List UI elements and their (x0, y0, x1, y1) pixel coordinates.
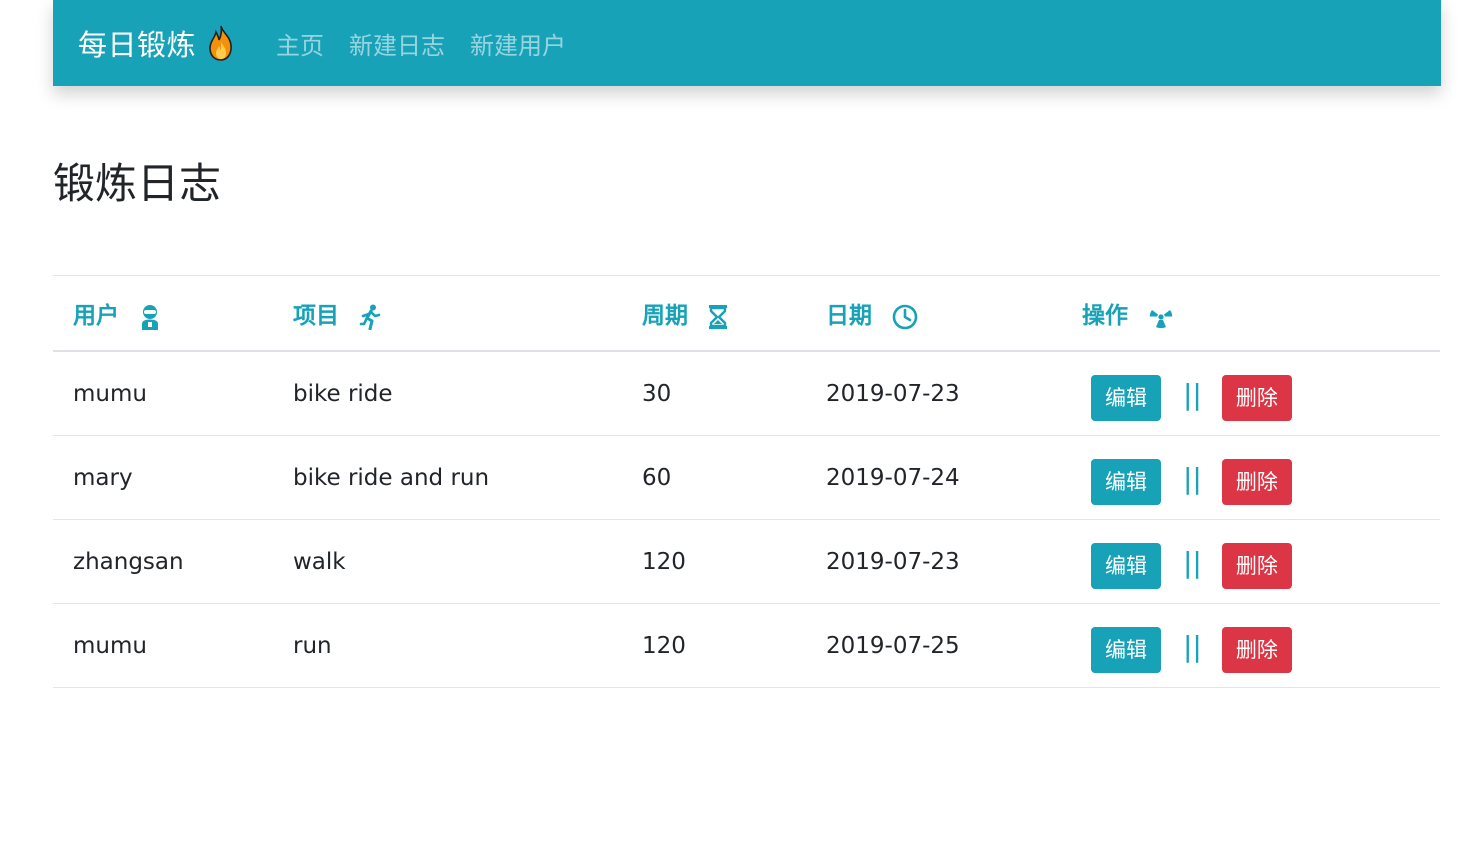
cell-user: zhangsan (53, 519, 273, 604)
navbar: 每日锻炼 主页 新建日志 新建用户 (53, 0, 1441, 86)
fire-icon (209, 25, 232, 61)
cell-actions: 编辑 || 删除 (1062, 519, 1440, 604)
cell-item: run (273, 603, 622, 688)
nav-link-home[interactable]: 主页 (276, 26, 324, 61)
cell-item: walk (273, 519, 622, 604)
cell-duration: 60 (622, 435, 806, 520)
cell-user: mumu (53, 603, 273, 688)
table-row: mumu run 120 2019-07-25 编辑 || 删除 (53, 603, 1440, 688)
table-row: mumu bike ride 30 2019-07-23 编辑 || 删除 (53, 351, 1440, 436)
header-date: 日期 (806, 275, 1062, 352)
cell-date: 2019-07-25 (806, 603, 1062, 688)
nav-link-new-log[interactable]: 新建日志 (349, 26, 445, 61)
header-user: 用户 (53, 275, 273, 352)
delete-button[interactable]: 删除 (1221, 458, 1292, 505)
separator: || (1183, 546, 1202, 579)
nav-link-new-user[interactable]: 新建用户 (470, 26, 566, 61)
cell-user: mumu (53, 351, 273, 436)
delete-button[interactable]: 删除 (1221, 374, 1292, 421)
exercise-log-table: 用户 项目 周期 日期 操作 mumu bike ride 30 2019-07… (53, 275, 1440, 688)
hourglass-icon (708, 304, 728, 330)
clock-icon (892, 304, 918, 330)
cell-date: 2019-07-23 (806, 351, 1062, 436)
separator: || (1183, 462, 1202, 495)
delete-button[interactable]: 删除 (1221, 542, 1292, 589)
cell-date: 2019-07-24 (806, 435, 1062, 520)
header-item: 项目 (273, 275, 622, 352)
header-duration: 周期 (622, 275, 806, 352)
cell-actions: 编辑 || 删除 (1062, 351, 1440, 436)
cell-duration: 30 (622, 351, 806, 436)
edit-button[interactable]: 编辑 (1091, 542, 1161, 589)
separator: || (1183, 630, 1202, 663)
brand-title: 每日锻炼 (78, 28, 197, 62)
cell-actions: 编辑 || 删除 (1062, 435, 1440, 520)
cell-date: 2019-07-23 (806, 519, 1062, 604)
cell-item: bike ride and run (273, 435, 622, 520)
radiation-icon (1148, 305, 1174, 329)
table-row: mary bike ride and run 60 2019-07-24 编辑 |… (53, 435, 1440, 520)
edit-button[interactable]: 编辑 (1091, 458, 1161, 505)
user-icon (139, 304, 161, 330)
edit-button[interactable]: 编辑 (1091, 374, 1161, 421)
cell-user: mary (53, 435, 273, 520)
separator: || (1183, 378, 1202, 411)
delete-button[interactable]: 删除 (1221, 626, 1292, 673)
cell-duration: 120 (622, 603, 806, 688)
cell-actions: 编辑 || 删除 (1062, 603, 1440, 688)
edit-button[interactable]: 编辑 (1091, 626, 1161, 673)
cell-duration: 120 (622, 519, 806, 604)
header-actions: 操作 (1062, 275, 1440, 352)
table-header-row: 用户 项目 周期 日期 操作 (53, 275, 1440, 352)
running-icon (359, 304, 381, 330)
cell-item: bike ride (273, 351, 622, 436)
page-title: 锻炼日志 (53, 159, 222, 208)
brand[interactable]: 每日锻炼 (78, 22, 236, 64)
table-row: zhangsan walk 120 2019-07-23 编辑 || 删除 (53, 519, 1440, 604)
